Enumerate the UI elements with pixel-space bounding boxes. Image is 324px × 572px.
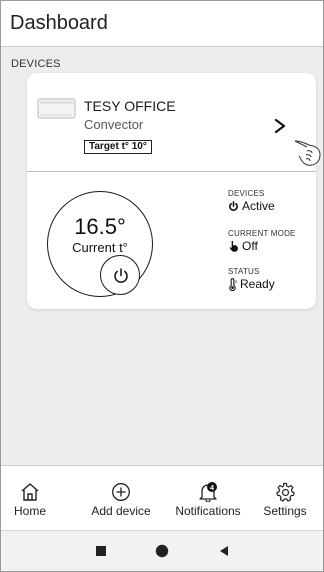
device-card: TESY OFFICE Convector Target t° 10° 16.5… (27, 73, 321, 309)
status-block: STATUS Ready (228, 267, 275, 291)
device-name: TESY OFFICE (84, 98, 176, 114)
current-temperature-label: Current t° (72, 240, 128, 255)
power-icon (229, 200, 238, 211)
app-header: Dashboard (1, 1, 323, 47)
nav-home-label: Home (13, 504, 46, 518)
nav-home[interactable]: Home (7, 482, 53, 518)
nav-notifications[interactable]: 4 Notifications (171, 482, 245, 518)
page-title: Dashboard (10, 12, 108, 34)
nav-notifications-label: Notifications (175, 504, 241, 518)
hand-touch-icon (229, 240, 238, 252)
pointing-hand-icon (294, 140, 321, 166)
gear-icon (276, 482, 295, 502)
nav-settings[interactable]: Settings (257, 482, 313, 518)
nav-settings-label: Settings (263, 504, 307, 518)
home-icon (21, 483, 39, 501)
device-type: Convector (84, 117, 144, 132)
devices-section-label: DEVICES (11, 58, 61, 70)
card-divider (27, 171, 316, 172)
system-navigation-bar (1, 530, 323, 571)
bottom-navigation: Home Add device 4 Notifications Settings (1, 465, 323, 530)
current-temperature-value: 16.5° (74, 214, 126, 239)
current-mode-title: CURRENT MODE (228, 229, 296, 238)
current-mode-block: CURRENT MODE Off (228, 229, 296, 253)
circle-home-icon[interactable] (155, 544, 169, 558)
add-circle-icon (112, 483, 130, 501)
status-title: STATUS (228, 267, 260, 276)
device-card-header[interactable]: TESY OFFICE Convector Target t° 10° (27, 73, 321, 171)
square-stop-icon[interactable] (95, 545, 107, 557)
devices-status-value: Active (242, 199, 275, 213)
power-icon (114, 268, 128, 283)
power-button[interactable] (100, 255, 140, 295)
chevron-right-icon[interactable] (273, 118, 287, 134)
triangle-back-icon[interactable] (218, 545, 230, 557)
nav-add-device-label: Add device (91, 504, 151, 518)
phone-screen: Dashboard DEVICES TESY OFFICE Convector … (0, 0, 324, 572)
thermometer-icon (229, 277, 237, 291)
status-value: Ready (240, 277, 275, 291)
current-mode-value: Off (242, 239, 258, 253)
devices-status-block: DEVICES Active (228, 189, 275, 213)
convector-heater-icon (37, 98, 76, 119)
devices-status-title: DEVICES (228, 189, 265, 198)
target-temperature-badge: Target t° 10° (84, 140, 152, 154)
nav-add-device[interactable]: Add device (87, 482, 155, 518)
bell-icon: 4 (199, 482, 217, 502)
